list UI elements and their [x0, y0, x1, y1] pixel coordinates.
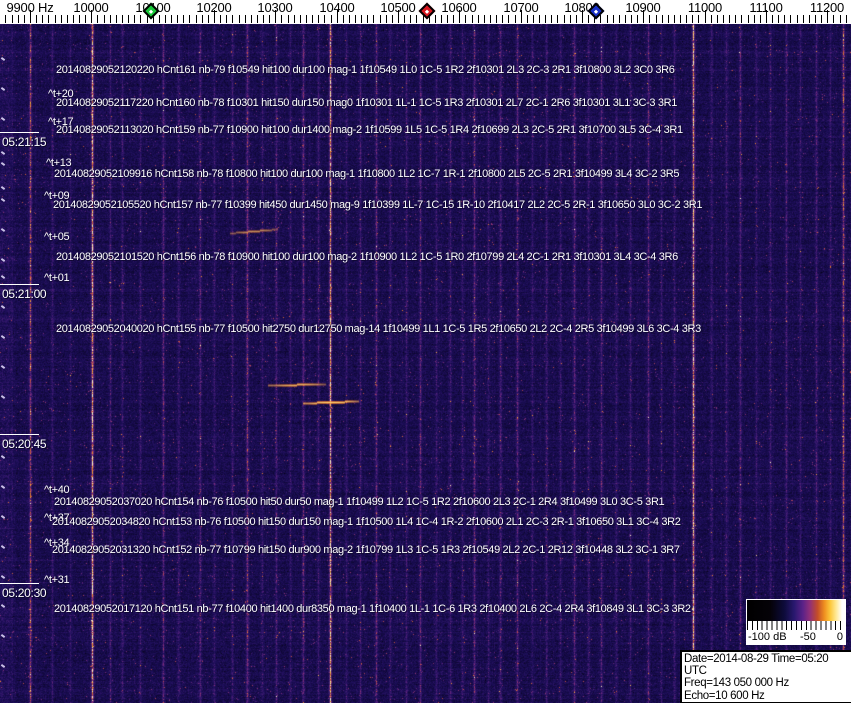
spectrogram-overlay: 05:21:15 05:21:00 05:20:45 05:20:30 ^t+20 ^t+…	[0, 0, 851, 703]
info-echo-frequency: Echo=10 600 Hz	[684, 689, 765, 702]
time-minor-tick	[0, 275, 6, 279]
meteor-detection-line: 20140829052120220 hCnt161 nb-79 f10549 h…	[56, 64, 675, 76]
time-minor-tick	[0, 162, 6, 166]
meteor-detection-line: 20140829052117220 hCnt160 nb-78 f10301 h…	[56, 97, 678, 109]
time-axis-line	[0, 132, 39, 133]
time-minor-tick	[0, 664, 6, 668]
time-minor-tick	[0, 305, 6, 309]
time-axis-line	[0, 583, 39, 584]
time-label: 05:20:30	[2, 586, 47, 600]
time-axis-line	[0, 284, 39, 285]
time-minor-tick	[0, 575, 6, 579]
meteor-detection-line: 20140829052031320 hCnt152 nb-77 f10799 h…	[52, 544, 680, 556]
db-color-scale-legend: -100 dB -50 0	[746, 599, 846, 645]
meteor-detection-line: 20140829052034820 hCnt153 nb-76 f10500 h…	[52, 516, 681, 528]
time-minor-tick	[0, 485, 6, 489]
legend-axis-labels: -100 dB -50 0	[747, 630, 845, 645]
time-label: 05:20:45	[2, 437, 47, 451]
time-minor-tick	[0, 634, 6, 638]
legend-tick-marks	[747, 621, 845, 630]
relative-time-mark: ^t+40	[44, 484, 70, 496]
time-minor-tick	[0, 258, 6, 262]
time-minor-tick	[0, 365, 6, 369]
time-minor-tick	[0, 455, 6, 459]
time-minor-tick	[0, 151, 6, 155]
info-frequency: Freq=143 050 000 Hz	[684, 677, 789, 690]
time-minor-tick	[0, 545, 6, 549]
meteor-echo-monitor-window: 9900 Hz100001010010200103001040010500106…	[0, 0, 851, 703]
meteor-detection-line: 20140829052017120 hCnt151 nb-77 f10400 h…	[54, 603, 691, 615]
time-label: 05:21:15	[2, 135, 47, 149]
time-minor-tick	[0, 57, 6, 61]
meteor-detection-line: 20140829052109916 hCnt158 nb-78 f10800 h…	[54, 168, 680, 180]
relative-time-mark: ^t+31	[44, 574, 70, 586]
relative-time-mark: ^t+05	[44, 231, 70, 243]
time-minor-tick	[0, 87, 6, 91]
legend-label-min: -100 dB	[748, 631, 787, 643]
time-minor-tick	[0, 186, 6, 190]
time-axis-line	[0, 434, 39, 435]
relative-time-mark: ^t+01	[44, 272, 70, 284]
meteor-detection-line: 20140829052040020 hCnt155 nb-77 f10500 h…	[56, 323, 701, 335]
time-minor-tick	[0, 395, 6, 399]
color-gradient-bar	[747, 600, 845, 621]
time-minor-tick	[0, 198, 6, 202]
meteor-detection-line: 20140829052037020 hCnt154 nb-76 f10500 h…	[54, 496, 665, 508]
legend-label-max: 0	[836, 631, 843, 643]
info-date-time: Date=2014-08-29 Time=05:20 UTC	[684, 653, 829, 678]
meteor-detection-line: 20140829052101520 hCnt156 nb-78 f10900 h…	[56, 251, 678, 263]
time-minor-tick	[0, 228, 6, 232]
meteor-detection-line: 20140829052113020 hCnt159 nb-77 f10900 h…	[56, 124, 683, 136]
time-label: 05:21:00	[2, 287, 47, 301]
legend-label-mid: -50	[800, 631, 816, 643]
observation-info-box: Date=2014-08-29 Time=05:20 UTC Freq=143 …	[680, 650, 851, 703]
time-minor-tick	[0, 117, 6, 121]
time-minor-tick	[0, 604, 6, 608]
meteor-detection-line: 20140829052105520 hCnt157 nb-77 f10399 h…	[53, 199, 703, 211]
time-minor-tick	[0, 335, 6, 339]
time-minor-tick	[0, 515, 6, 519]
